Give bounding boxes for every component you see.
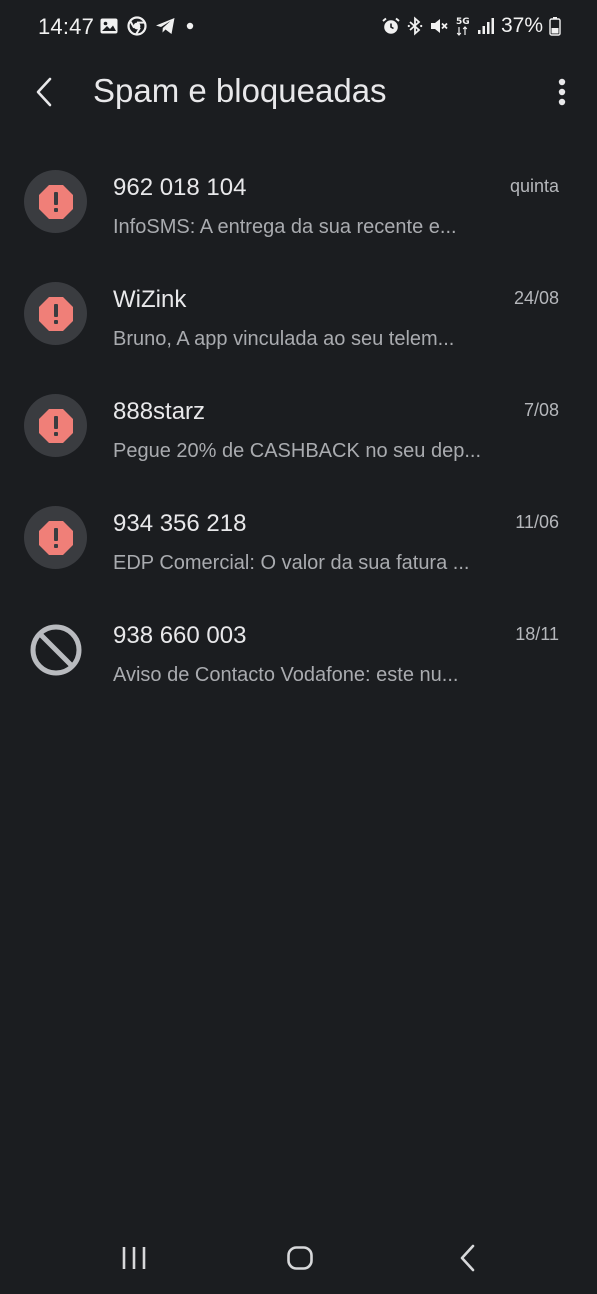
navigation-bar: [0, 1222, 597, 1294]
spam-avatar: [24, 506, 87, 569]
notification-icons: [99, 16, 196, 36]
conversation-item[interactable]: 934 356 218 11/06 EDP Comercial: O valor…: [0, 486, 597, 598]
message-date: quinta: [509, 176, 559, 196]
home-button[interactable]: [278, 1236, 322, 1280]
alarm-icon: [381, 16, 401, 36]
back-arrow-icon: [33, 76, 55, 108]
message-preview: InfoSMS: A entrega da sua recente e...: [113, 216, 457, 238]
sender-name: 888starz: [113, 398, 206, 425]
dot-icon: [184, 16, 196, 36]
message-preview: Aviso de Contacto Vodafone: este nu...: [113, 664, 459, 686]
message-date: 24/08: [513, 288, 559, 308]
conversation-item[interactable]: 962 018 104 quinta InfoSMS: A entrega da…: [0, 150, 597, 262]
spam-warning-icon: [37, 407, 75, 445]
more-options-button[interactable]: [545, 70, 579, 114]
spam-warning-icon: [37, 295, 75, 333]
battery-percent: 37%: [500, 14, 543, 37]
spam-warning-icon: [37, 183, 75, 221]
gallery-icon: [99, 16, 119, 36]
more-vert-icon: [557, 77, 567, 107]
spam-avatar: [24, 394, 87, 457]
app-bar: Spam e bloqueadas: [0, 60, 597, 124]
signal-icon: [477, 16, 495, 36]
system-status-icons: 5G 37%: [381, 14, 561, 38]
spam-warning-icon: [37, 519, 75, 557]
mute-icon: [429, 16, 449, 36]
back-button[interactable]: [22, 70, 66, 114]
conversation-list: 962 018 104 quinta InfoSMS: A entrega da…: [0, 150, 597, 710]
recents-icon: [121, 1245, 147, 1271]
spam-avatar: [24, 282, 87, 345]
message-date: 7/08: [523, 400, 559, 420]
spam-avatar: [24, 170, 87, 233]
status-bar: 14:47 5G 37%: [0, 0, 597, 56]
blocked-icon: [28, 622, 84, 678]
sender-name: 962 018 104: [113, 174, 247, 201]
recents-button[interactable]: [112, 1236, 156, 1280]
blocked-avatar: [24, 618, 87, 681]
sender-name: WiZink: [113, 286, 187, 313]
message-date: 18/11: [515, 624, 559, 644]
sender-name: 938 660 003: [113, 622, 247, 649]
telegram-icon: [155, 16, 176, 36]
status-time: 14:47: [38, 14, 95, 39]
conversation-item[interactable]: 888starz 7/08 Pegue 20% de CASHBACK no s…: [0, 374, 597, 486]
home-icon: [286, 1244, 314, 1272]
message-date: 11/06: [515, 512, 559, 532]
conversation-item[interactable]: WiZink 24/08 Bruno, A app vinculada ao s…: [0, 262, 597, 374]
message-preview: Bruno, A app vinculada ao seu telem...: [113, 328, 455, 350]
5g-icon: 5G: [455, 15, 471, 37]
message-preview: Pegue 20% de CASHBACK no seu dep...: [113, 440, 482, 462]
bluetooth-icon: [407, 16, 423, 36]
conversation-item[interactable]: 938 660 003 18/11 Aviso de Contacto Voda…: [0, 598, 597, 710]
battery-icon: [549, 16, 561, 36]
message-preview: EDP Comercial: O valor da sua fatura ...: [113, 552, 470, 574]
nav-back-icon: [458, 1244, 478, 1272]
sender-name: 934 356 218: [113, 510, 247, 537]
svg-text:5G: 5G: [456, 17, 470, 27]
chrome-icon: [127, 16, 147, 36]
nav-back-button[interactable]: [446, 1236, 490, 1280]
page-title: Spam e bloqueadas: [93, 72, 387, 109]
